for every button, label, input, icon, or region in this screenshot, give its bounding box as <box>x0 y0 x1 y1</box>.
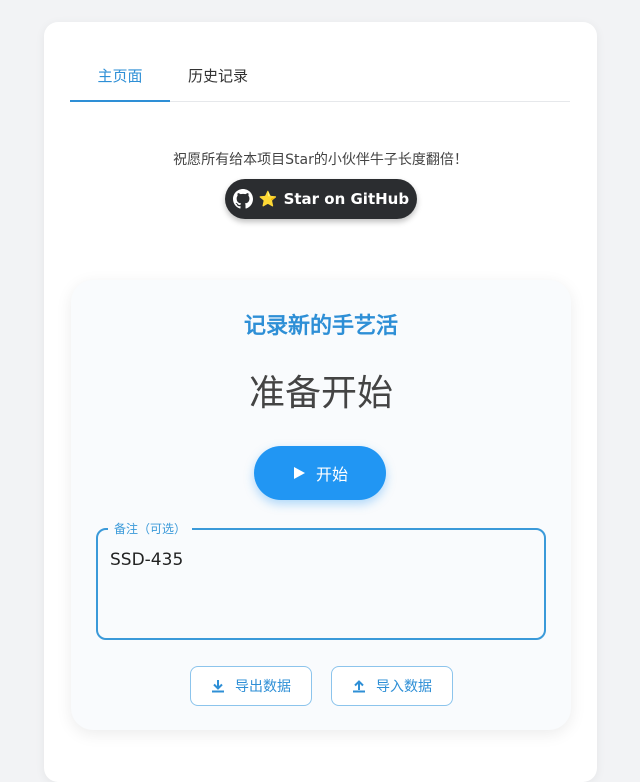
recorder-title: 记录新的手艺活 <box>243 314 398 339</box>
tab-bar: 主页面 历史记录 <box>70 64 570 102</box>
download-icon <box>212 680 224 693</box>
github-icon <box>232 189 253 209</box>
recorder-card: 记录新的手艺活 准备开始 开始 备注（可选） SSD-435 导出数据 导入数据 <box>71 280 571 730</box>
export-data-button[interactable]: 导出数据 <box>190 666 312 706</box>
import-data-button[interactable]: 导入数据 <box>331 666 453 706</box>
status-text: 准备开始 <box>248 373 393 414</box>
github-button-label: Star on GitHub <box>283 190 410 208</box>
tab-history[interactable]: 历史记录 <box>168 64 268 102</box>
main-card: 主页面 历史记录 祝愿所有给本项目Star的小伙伴牛子长度翻倍！ ⭐ Star … <box>44 22 597 782</box>
note-input[interactable]: SSD-435 <box>110 550 530 630</box>
note-field-label: 备注（可选） <box>108 520 193 537</box>
upload-icon <box>353 680 365 693</box>
export-data-label: 导出数据 <box>235 679 291 695</box>
note-field: 备注（可选） SSD-435 <box>96 520 546 640</box>
tab-home[interactable]: 主页面 <box>70 64 170 102</box>
promo-text: 祝愿所有给本项目Star的小伙伴牛子长度翻倍！ <box>173 152 468 168</box>
star-on-github-button[interactable]: ⭐ Star on GitHub <box>225 179 417 219</box>
star-emoji-icon: ⭐ <box>258 190 278 208</box>
start-button-label: 开始 <box>315 465 348 484</box>
start-button[interactable]: 开始 <box>254 446 386 500</box>
import-data-label: 导入数据 <box>376 679 432 695</box>
play-icon <box>293 467 305 479</box>
